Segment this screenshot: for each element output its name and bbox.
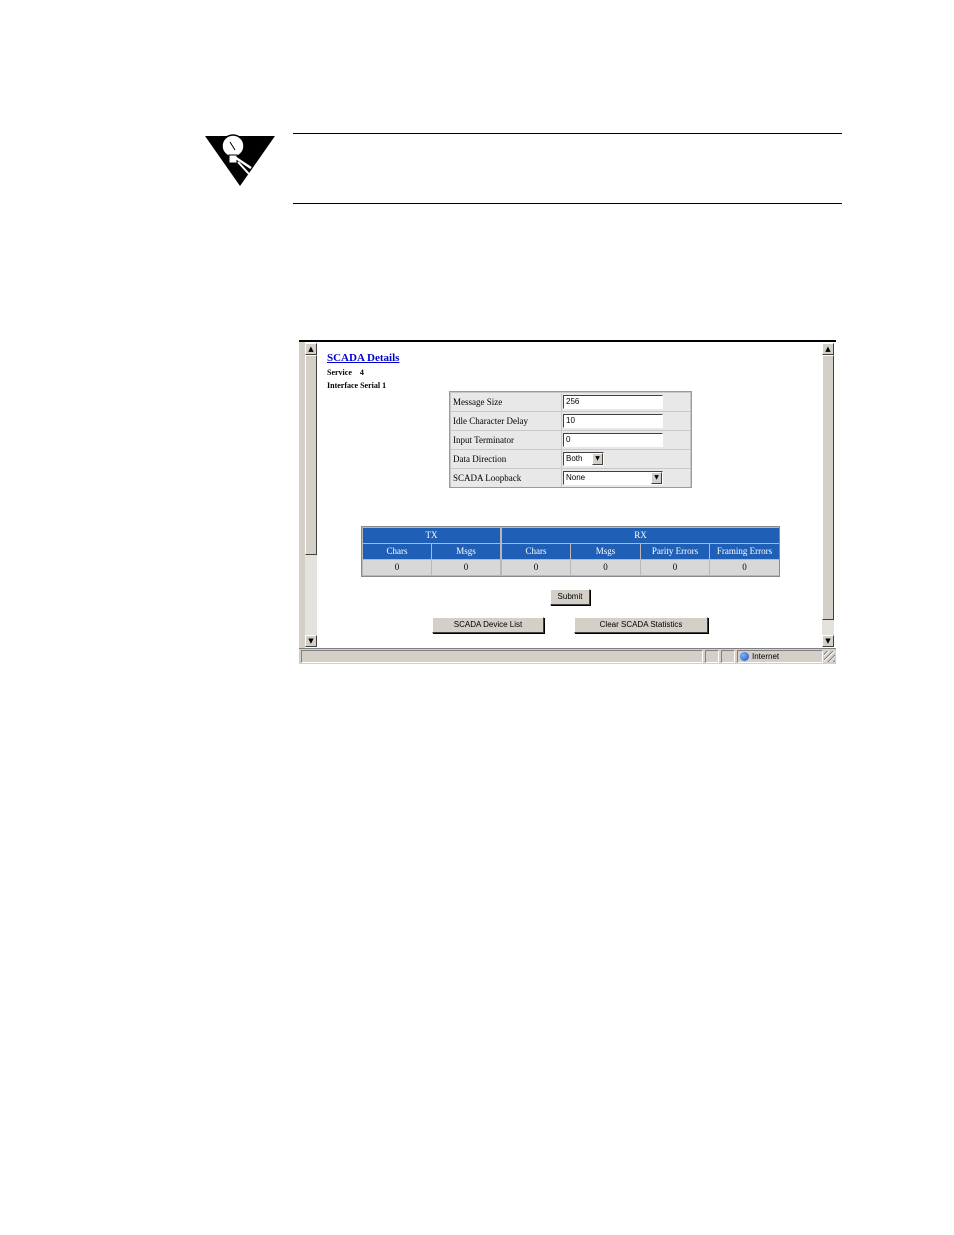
stats-value-rx-msgs: 0: [571, 560, 640, 575]
stats-header-rx-chars: Chars: [502, 544, 570, 559]
config-row-message-size: Message Size 256: [451, 393, 690, 411]
note-bottom-rule: [293, 203, 842, 204]
config-row-scada-loopback: SCADA Loopback None ▼: [451, 469, 690, 487]
data-direction-select[interactable]: Both ▼: [563, 452, 604, 466]
config-cell: None ▼: [562, 469, 690, 487]
scada-loopback-value: None: [566, 473, 586, 482]
scroll-thumb[interactable]: [305, 355, 317, 555]
config-row-data-direction: Data Direction Both ▼: [451, 450, 690, 468]
scroll-up-arrow-icon[interactable]: ▲: [305, 343, 317, 355]
scroll-down-arrow-icon[interactable]: ▼: [822, 635, 834, 647]
status-zone-pane: Internet: [737, 650, 823, 663]
scroll-down-arrow-icon[interactable]: ▼: [305, 635, 317, 647]
config-label: SCADA Loopback: [451, 469, 561, 487]
status-progress-pane: [705, 650, 719, 663]
browser-window: ▲ ▼ ▲ ▼ SCADA Details Service 4 Interface…: [299, 333, 836, 664]
config-label: Input Terminator: [451, 431, 561, 449]
clear-scada-statistics-button[interactable]: Clear SCADA Statistics: [574, 617, 708, 633]
config-cell: Both ▼: [562, 450, 690, 468]
stats-value-tx-msgs: 0: [432, 560, 500, 575]
stats-value-framing-errors: 0: [710, 560, 779, 575]
service-info: Service 4: [327, 368, 364, 377]
page-title-link[interactable]: SCADA Details: [327, 352, 399, 364]
resize-grip-icon[interactable]: [824, 651, 835, 662]
config-label: Message Size: [451, 393, 561, 411]
chevron-down-icon[interactable]: ▼: [592, 453, 603, 465]
interface-value: Serial 1: [360, 381, 387, 390]
stats-header-framing-errors: Framing Errors: [710, 544, 779, 559]
idle-character-delay-input[interactable]: 10: [563, 414, 663, 428]
config-cell: 256: [562, 393, 690, 411]
lightbulb-icon: [205, 134, 275, 186]
scada-statistics-table: TX RX Chars Msgs Chars Msgs Parity Error…: [361, 526, 780, 577]
config-cell: 10: [562, 412, 690, 430]
stats-header-tx-chars: Chars: [363, 544, 431, 559]
message-size-input[interactable]: 256: [563, 395, 663, 409]
globe-icon: [740, 652, 749, 661]
scada-config-table: Message Size 256 Idle Character Delay 10…: [449, 391, 692, 488]
status-security-pane: [721, 650, 735, 663]
scada-loopback-select[interactable]: None ▼: [563, 471, 663, 485]
stats-value-parity-errors: 0: [641, 560, 709, 575]
service-value: 4: [359, 368, 364, 377]
chevron-down-icon[interactable]: ▼: [651, 472, 662, 484]
scada-device-list-button[interactable]: SCADA Device List: [432, 617, 544, 633]
input-terminator-input[interactable]: 0: [563, 433, 663, 447]
stats-header-parity-errors: Parity Errors: [641, 544, 709, 559]
stats-header-rx-msgs: Msgs: [571, 544, 640, 559]
left-frame-scrollbar[interactable]: ▲ ▼: [305, 343, 317, 647]
stats-group-tx: TX: [363, 528, 500, 543]
config-row-input-terminator: Input Terminator 0: [451, 431, 690, 449]
config-label: Idle Character Delay: [451, 412, 561, 430]
config-row-idle-character-delay: Idle Character Delay 10: [451, 412, 690, 430]
interface-label: Interface: [327, 381, 359, 390]
interface-info: Interface Serial 1: [327, 381, 386, 390]
stats-header-tx-msgs: Msgs: [432, 544, 500, 559]
status-bar: Internet: [299, 648, 836, 664]
main-frame-scrollbar[interactable]: ▲ ▼: [822, 343, 834, 647]
service-label: Service: [327, 368, 352, 377]
stats-group-rx: RX: [502, 528, 779, 543]
status-message-pane: [301, 650, 703, 663]
data-direction-value: Both: [566, 454, 583, 463]
note-top-rule: [293, 133, 842, 134]
stats-value-tx-chars: 0: [363, 560, 431, 575]
scroll-up-arrow-icon[interactable]: ▲: [822, 343, 834, 355]
stats-value-rx-chars: 0: [502, 560, 570, 575]
submit-button[interactable]: Submit: [550, 589, 590, 605]
scroll-thumb[interactable]: [822, 355, 834, 620]
config-label: Data Direction: [451, 450, 561, 468]
browser-frame-top: [299, 340, 836, 342]
status-zone-label: Internet: [752, 652, 780, 661]
config-cell: 0: [562, 431, 690, 449]
